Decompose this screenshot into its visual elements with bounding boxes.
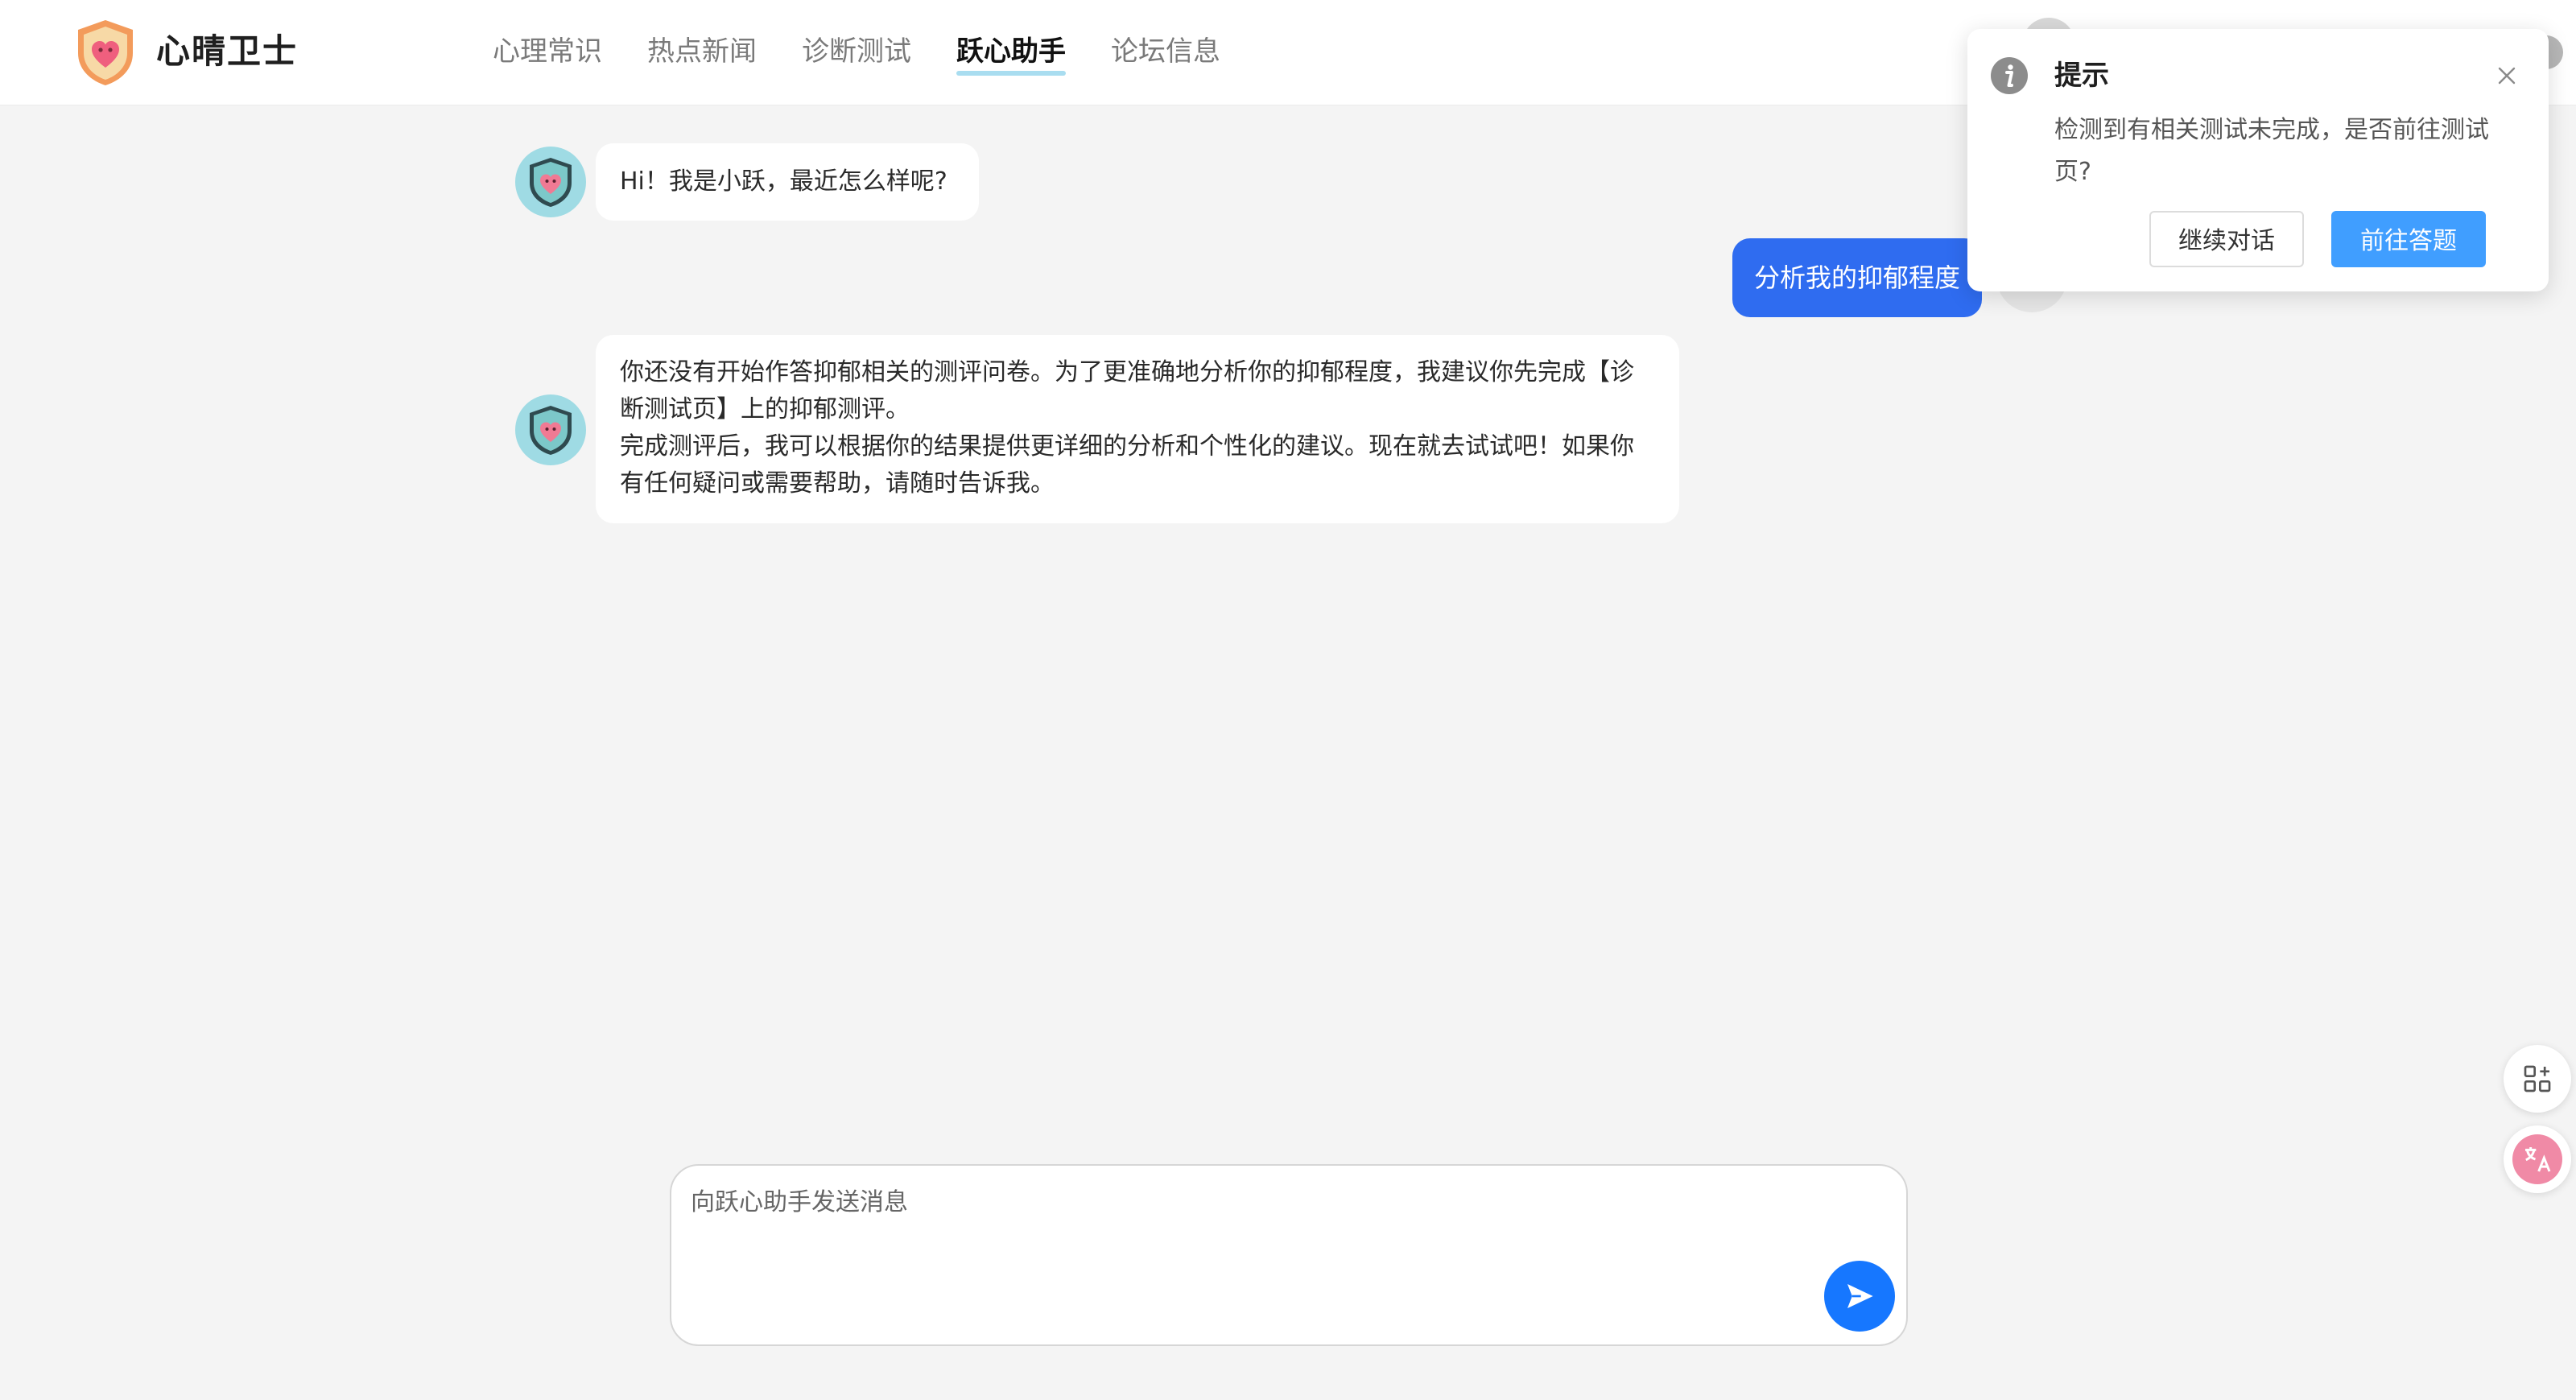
apps-icon [2524, 1065, 2551, 1092]
bot-message-analysis: 你还没有开始作答抑郁相关的测评问卷。为了更准确地分析你的抑郁程度，我建议你先完成… [596, 335, 1679, 523]
send-icon [1847, 1284, 1873, 1308]
incomplete-test-dialog: 提示 检测到有相关测试未完成，是否前往测试页? 继续对话 前往答题 [1967, 29, 2549, 291]
dialog-title: 提示 [2054, 60, 2109, 92]
translate-button[interactable] [2504, 1125, 2571, 1193]
bot-avatar [515, 147, 586, 217]
nav-item-psych-knowledge[interactable]: 心理常识 [493, 29, 602, 74]
nav-item-assistant[interactable]: 跃心助手 [956, 29, 1066, 76]
user-message: 分析我的抑郁程度 [1732, 238, 1982, 317]
shield-heart-avatar-icon [530, 158, 572, 207]
nav-item-diagnostic-test[interactable]: 诊断测试 [802, 29, 911, 74]
go-to-test-button[interactable]: 前往答题 [2331, 211, 2486, 267]
brand-name: 心晴卫士 [156, 31, 299, 71]
bot-message-line: 你还没有开始作答抑郁相关的测评问卷。为了更准确地分析你的抑郁程度，我建议你先完成… [620, 358, 1634, 423]
continue-chat-button[interactable]: 继续对话 [2149, 211, 2304, 267]
message-composer [670, 1164, 1908, 1346]
message-input[interactable] [689, 1183, 1803, 1324]
nav-item-forum[interactable]: 论坛信息 [1111, 29, 1220, 74]
main-nav: 心理常识 热点新闻 诊断测试 跃心助手 论坛信息 [493, 29, 1220, 76]
bot-message-line: 完成测评后，我可以根据你的结果提供更详细的分析和个性化的建议。现在就去试试吧！如… [620, 432, 1634, 498]
shield-heart-avatar-icon [530, 406, 572, 455]
info-icon [1991, 57, 2028, 94]
bot-message-greeting: Hi！我是小跃，最近怎么样呢? [596, 143, 979, 221]
bot-avatar [515, 394, 586, 465]
nav-item-hot-news[interactable]: 热点新闻 [647, 29, 757, 74]
apps-button[interactable] [2504, 1045, 2571, 1113]
dialog-message: 检测到有相关测试未完成，是否前往测试页? [2054, 116, 2489, 186]
translate-icon [2512, 1134, 2562, 1184]
shield-heart-logo[interactable] [74, 18, 137, 87]
close-icon[interactable] [2492, 61, 2521, 90]
send-button[interactable] [1824, 1261, 1895, 1332]
